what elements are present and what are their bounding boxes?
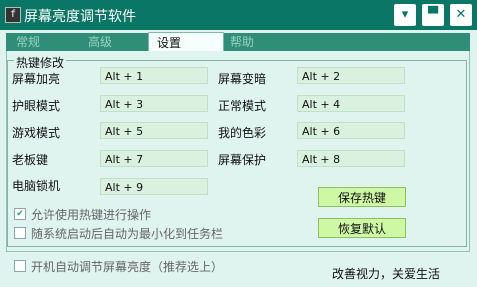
hotkey-input-game[interactable]: Alt + 5 (100, 122, 208, 139)
tab-advanced[interactable]: 高级 (82, 33, 118, 51)
app-icon: f (5, 7, 21, 23)
hotkey-input-screensaver[interactable]: Alt + 8 (297, 150, 405, 167)
hotkey-input-eye-care[interactable]: Alt + 3 (100, 95, 208, 112)
close-button[interactable]: ✕ (450, 4, 472, 26)
save-hotkeys-button[interactable]: 保存热键 (318, 187, 406, 207)
enable-hotkeys-label: 允许使用热键进行操作 (31, 208, 152, 222)
hotkey-label-normal: 正常模式 (218, 99, 267, 113)
close-icon: ✕ (455, 7, 467, 22)
hotkey-input-my-color[interactable]: Alt + 6 (297, 122, 405, 139)
hotkey-input-boss-key[interactable]: Alt + 7 (100, 150, 208, 167)
minimize-icon: ▾ (401, 7, 409, 22)
enable-hotkeys-checkbox[interactable]: ✔ (14, 208, 26, 220)
tab-strip: 常规 高级 设置 帮助 (6, 32, 470, 53)
hotkey-label-screensaver: 屏幕保护 (218, 153, 267, 167)
hotkey-group-label: 热键修改 (14, 54, 67, 71)
restore-defaults-button[interactable]: 恢复默认 (318, 218, 406, 238)
window-title: 屏幕亮度调节软件 (24, 9, 136, 25)
slogan-text: 改善视力，关爱生活 (332, 267, 441, 281)
hotkey-label-brighten: 屏幕加亮 (12, 72, 61, 86)
hotkey-input-brighten[interactable]: Alt + 1 (100, 67, 208, 84)
title-bar: f 屏幕亮度调节软件 ▾ ▀ ✕ (0, 0, 477, 30)
minimize-on-start-label: 随系统启动后自动为最小化到任务栏 (31, 227, 224, 241)
hotkey-label-darken: 屏幕变暗 (218, 72, 267, 86)
tab-general[interactable]: 常规 (10, 33, 46, 51)
auto-adjust-label: 开机自动调节屏幕亮度（推荐选上） (31, 260, 224, 274)
hotkey-label-lock: 电脑锁机 (12, 179, 61, 193)
hotkey-input-normal[interactable]: Alt + 4 (297, 95, 405, 112)
restore-button[interactable]: ▀ (422, 4, 444, 26)
hotkey-label-eye-care: 护眼模式 (12, 99, 61, 113)
hotkey-input-lock[interactable]: Alt + 9 (100, 178, 208, 195)
auto-adjust-checkbox[interactable] (14, 260, 26, 272)
hotkey-label-boss-key: 老板键 (12, 153, 49, 167)
hotkey-label-my-color: 我的色彩 (218, 126, 267, 140)
hotkey-input-darken[interactable]: Alt + 2 (297, 67, 405, 84)
tab-settings[interactable]: 设置 (148, 32, 224, 53)
tab-help[interactable]: 帮助 (224, 33, 260, 51)
hotkey-label-game: 游戏模式 (12, 126, 61, 140)
restore-icon: ▀ (428, 7, 438, 22)
minimize-on-start-checkbox[interactable] (14, 227, 26, 239)
minimize-button[interactable]: ▾ (394, 4, 416, 26)
